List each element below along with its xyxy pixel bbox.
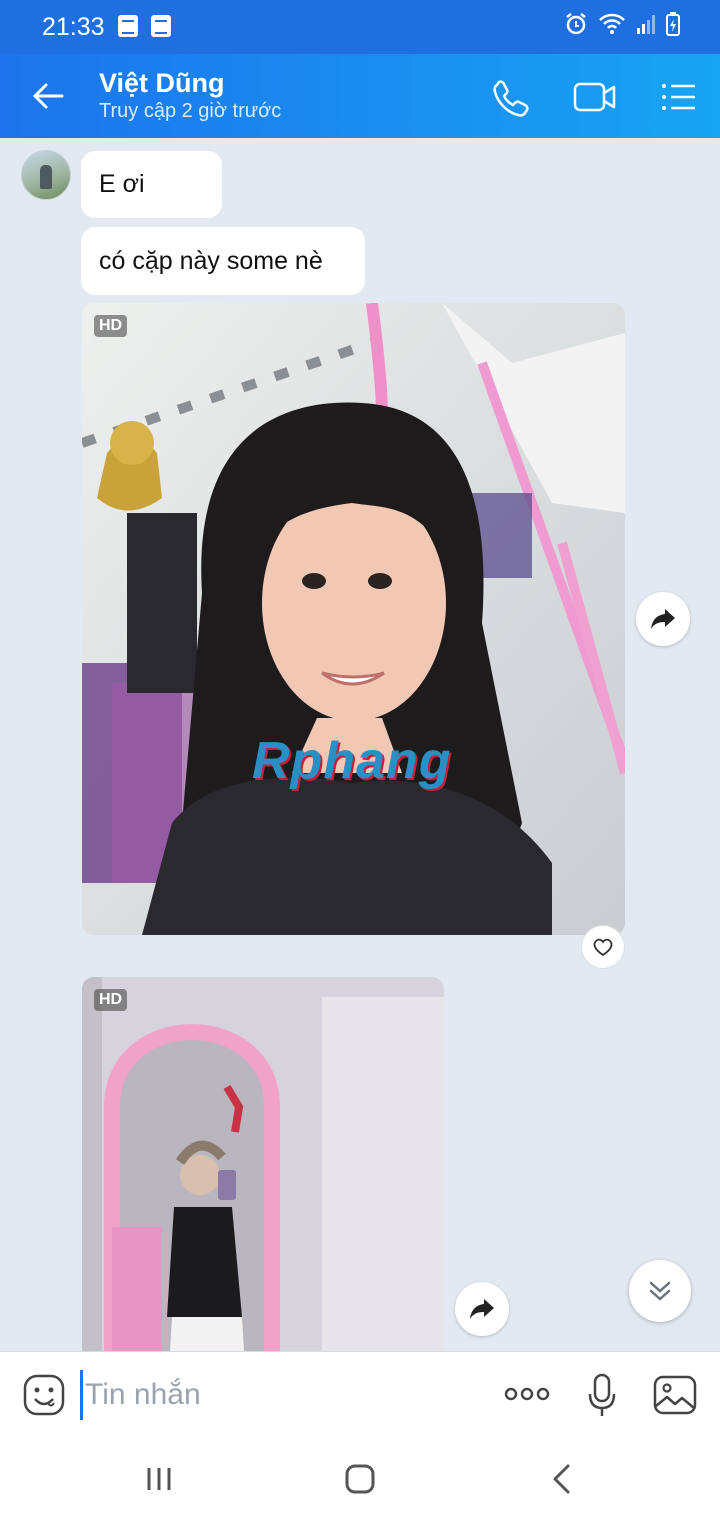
- message-bubble[interactable]: E ơi: [81, 151, 222, 218]
- contact-name[interactable]: Việt Dũng: [99, 68, 225, 99]
- last-seen-status: Truy cập 2 giờ trước: [99, 100, 282, 122]
- alarm-icon: [566, 13, 586, 35]
- message-bubble[interactable]: có cặp này some nè: [81, 227, 365, 295]
- message-text: có cặp này some nè: [99, 246, 323, 275]
- video-call-button[interactable]: [572, 76, 616, 118]
- chevron-double-down-icon: [649, 1281, 671, 1301]
- photo-watermark: Rphang: [252, 732, 452, 790]
- arrow-left-icon: [32, 83, 64, 109]
- heart-icon: [593, 938, 613, 957]
- back-nav-button[interactable]: [542, 1459, 582, 1499]
- voice-call-button[interactable]: [490, 76, 532, 118]
- send-image-button[interactable]: [652, 1374, 698, 1421]
- scroll-to-bottom-button[interactable]: [629, 1260, 691, 1322]
- battery-icon: [666, 12, 680, 36]
- phone-icon: [493, 80, 529, 117]
- system-navigation-bar: [0, 1437, 720, 1520]
- selfie-photo: [82, 303, 625, 935]
- share-forward-icon: [651, 609, 675, 629]
- status-bar: 21:33: [0, 0, 720, 54]
- microphone-icon: [588, 1373, 616, 1416]
- status-icons: [564, 12, 680, 36]
- emoji-button[interactable]: [22, 1373, 66, 1422]
- back-nav-icon: [553, 1464, 570, 1494]
- mirror-selfie-photo: [82, 977, 444, 1351]
- share-button[interactable]: [455, 1282, 509, 1336]
- more-options-button[interactable]: [503, 1382, 551, 1411]
- video-call-icon: [573, 82, 616, 112]
- recents-button[interactable]: [139, 1459, 179, 1499]
- recents-nav-icon: [147, 1468, 171, 1490]
- status-time: 21:33: [42, 13, 105, 41]
- hd-badge: HD: [94, 989, 128, 1011]
- contact-avatar[interactable]: [21, 150, 71, 200]
- options-menu-button[interactable]: [656, 76, 698, 118]
- wifi-icon: [599, 13, 625, 34]
- message-composer: [0, 1351, 720, 1438]
- menu-list-icon: [662, 84, 695, 110]
- signal-icon: [637, 15, 655, 34]
- message-input[interactable]: [80, 1370, 487, 1420]
- image-icon: [653, 1375, 697, 1415]
- home-button[interactable]: [340, 1459, 380, 1499]
- message-text: E ơi: [99, 170, 145, 198]
- share-forward-icon: [470, 1299, 494, 1319]
- emoji-icon: [23, 1374, 65, 1416]
- more-dots-icon: [504, 1387, 550, 1401]
- chat-header: Việt Dũng Truy cập 2 giờ trước: [0, 54, 720, 138]
- photo-message[interactable]: HD: [82, 977, 444, 1351]
- hd-badge: HD: [94, 315, 128, 337]
- home-nav-icon: [345, 1464, 375, 1494]
- react-button[interactable]: [581, 925, 625, 969]
- voice-message-button[interactable]: [586, 1372, 618, 1423]
- share-button[interactable]: [636, 592, 690, 646]
- back-button[interactable]: [28, 76, 68, 116]
- notification-icon: [151, 15, 171, 37]
- photo-message[interactable]: HD Rphang: [82, 303, 625, 935]
- notification-icon: [118, 15, 138, 37]
